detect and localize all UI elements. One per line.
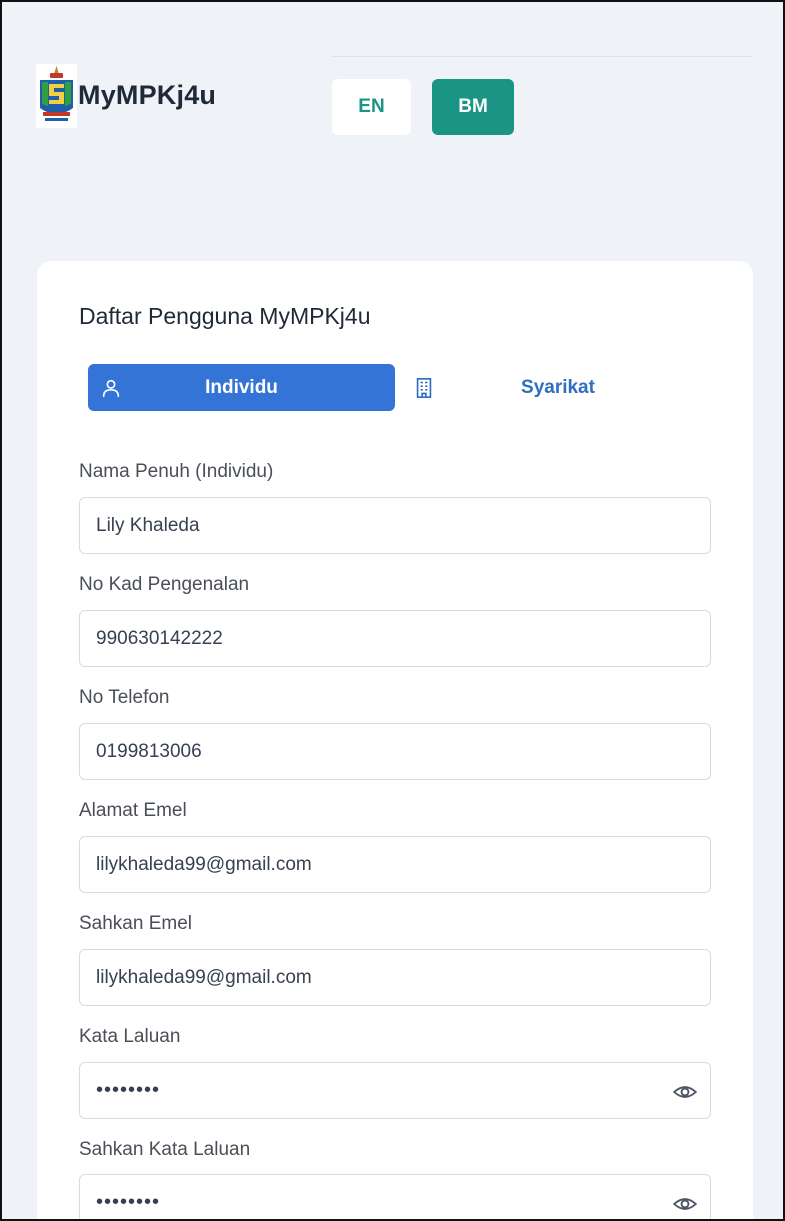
- brand-name: MyMPKj4u: [78, 80, 217, 110]
- registration-card: Daftar Pengguna MyMPKj4u Individu Syarik…: [37, 261, 753, 1219]
- confirm-email-label: Sahkan Emel: [79, 913, 193, 934]
- full-name-label: Nama Penuh (Individu): [79, 461, 274, 482]
- language-bm-button[interactable]: BM: [432, 79, 514, 135]
- tab-syarikat-label: Syarikat: [521, 376, 595, 398]
- form-title: Daftar Pengguna MyMPKj4u: [79, 303, 371, 329]
- phone-field: [79, 723, 711, 780]
- show-confirm-password-eye-icon[interactable]: [672, 1191, 698, 1217]
- user-icon: [102, 379, 120, 398]
- tab-syarikat[interactable]: Syarikat: [405, 364, 711, 411]
- header-divider: [332, 56, 752, 57]
- tab-individu-label: Individu: [205, 376, 278, 398]
- show-password-eye-icon[interactable]: [672, 1079, 698, 1105]
- confirm-email-input[interactable]: [96, 966, 710, 989]
- email-input[interactable]: [96, 853, 710, 876]
- password-field: [79, 1062, 711, 1119]
- confirm-password-field: [79, 1174, 711, 1219]
- ic-number-label: No Kad Pengenalan: [79, 574, 250, 595]
- full-name-input[interactable]: [96, 514, 710, 537]
- email-field: [79, 836, 711, 893]
- phone-input[interactable]: [96, 740, 710, 763]
- phone-label: No Telefon: [79, 687, 170, 708]
- password-label: Kata Laluan: [79, 1026, 181, 1047]
- email-label: Alamat Emel: [79, 800, 187, 821]
- tab-individu[interactable]: Individu: [88, 364, 395, 411]
- confirm-password-label: Sahkan Kata Laluan: [79, 1139, 251, 1160]
- confirm-password-input[interactable]: [96, 1191, 710, 1214]
- ic-number-field: [79, 610, 711, 667]
- ic-number-input[interactable]: [96, 627, 710, 650]
- app-frame: MyMPKj4u EN BM Daftar Pengguna MyMPKj4u …: [0, 0, 785, 1221]
- language-en-button[interactable]: EN: [332, 79, 411, 135]
- full-name-field: [79, 497, 711, 554]
- confirm-email-field: [79, 949, 711, 1006]
- password-input[interactable]: [96, 1079, 710, 1102]
- mpkj-logo: [36, 64, 77, 128]
- building-icon: [416, 378, 432, 398]
